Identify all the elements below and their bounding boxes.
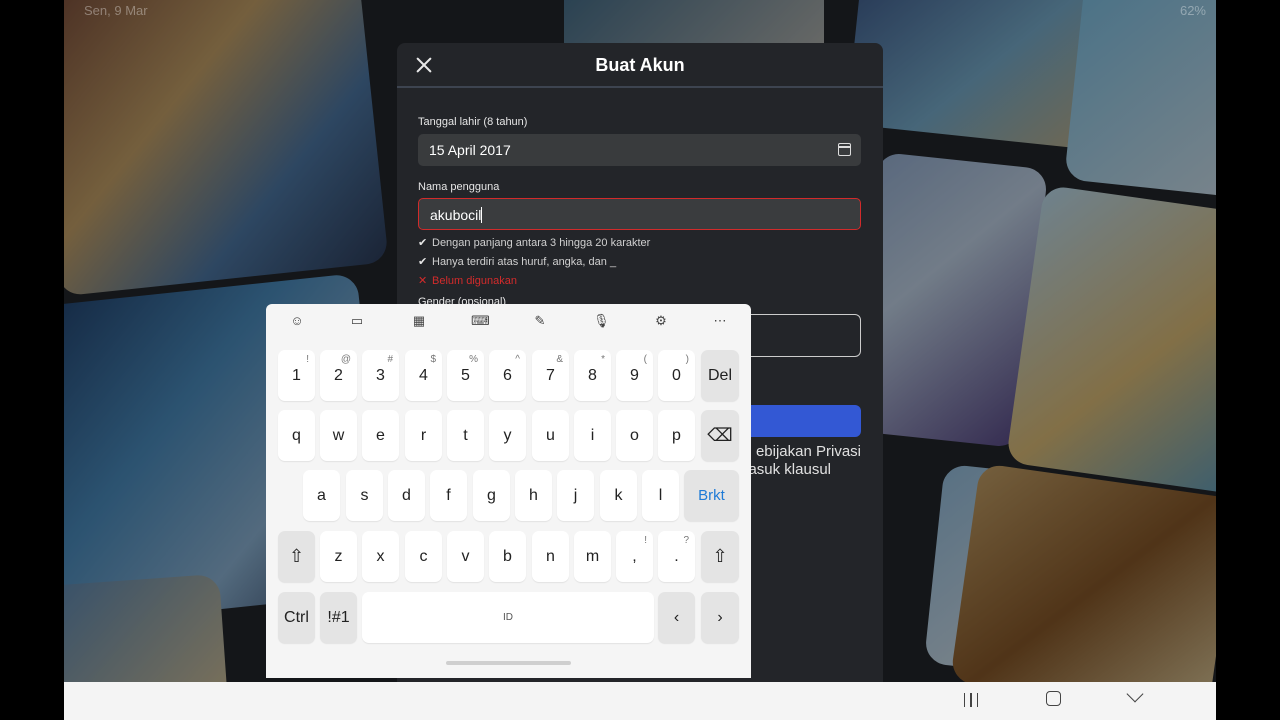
key-9[interactable]: 9(: [616, 350, 653, 401]
cross-icon: ✕: [418, 275, 428, 287]
ctrl-key[interactable]: Ctrl: [278, 592, 315, 643]
status-date: Sen, 9 Mar: [84, 3, 148, 18]
key-z[interactable]: z: [320, 531, 357, 582]
key-m[interactable]: m: [574, 531, 611, 582]
key-s[interactable]: s: [346, 470, 383, 521]
modal-header: Buat Akun: [397, 43, 883, 88]
tablet-screen: Sen, 9 Mar 62% Buat Akun Tanggal lahir (…: [64, 0, 1216, 720]
rule-text: Dengan panjang antara 3 hingga 20 karakt…: [432, 237, 651, 249]
key-0[interactable]: 0): [658, 350, 695, 401]
key-v[interactable]: v: [447, 531, 484, 582]
shift-key-left[interactable]: ⇧: [278, 531, 315, 582]
del-key[interactable]: Del: [701, 350, 739, 401]
translate-icon[interactable]: ⌨: [471, 313, 490, 329]
key-c[interactable]: c: [405, 531, 442, 582]
backspace-icon: ⌫: [707, 425, 733, 445]
key-6[interactable]: 6 ^: [489, 350, 526, 401]
key-7[interactable]: 7 &: [532, 350, 569, 401]
symbols-key[interactable]: !#1: [320, 592, 357, 643]
key-b[interactable]: b: [489, 531, 526, 582]
rule-text: Hanya terdiri atas huruf, angka, dan _: [432, 256, 617, 268]
microphone-icon[interactable]: 🎙: [593, 313, 610, 329]
key-h[interactable]: h: [515, 470, 552, 521]
emoji-icon[interactable]: ☺: [289, 313, 305, 329]
shift-key-right[interactable]: ⇧: [701, 531, 739, 582]
key-5[interactable]: 5%: [447, 350, 484, 401]
enter-key[interactable]: Brkt: [684, 470, 739, 521]
key-j[interactable]: j: [557, 470, 594, 521]
key-u[interactable]: u: [532, 410, 569, 461]
recent-apps-icon[interactable]: [964, 693, 978, 707]
cursor-right-key[interactable]: ›: [701, 592, 739, 643]
cursor-left-key[interactable]: ‹: [658, 592, 695, 643]
clipboard-icon[interactable]: ▭: [349, 313, 365, 329]
birthdate-field[interactable]: 15 April 2017: [418, 134, 861, 166]
birthdate-label: Tanggal lahir (8 tahun): [418, 116, 528, 128]
key-a[interactable]: a: [303, 470, 340, 521]
key-3[interactable]: 3 #: [362, 350, 399, 401]
key-l[interactable]: l: [642, 470, 679, 521]
keyboard-drag-handle[interactable]: [446, 661, 571, 665]
calendar-icon[interactable]: [838, 143, 851, 156]
settings-icon[interactable]: ⚙: [653, 313, 669, 329]
rule-characters: ✔ Hanya terdiri atas huruf, angka, dan _: [418, 255, 616, 268]
more-icon[interactable]: ⋯: [712, 313, 728, 329]
modal-title: Buat Akun: [595, 55, 685, 75]
key-n[interactable]: n: [532, 531, 569, 582]
shift-icon: ⇧: [712, 546, 728, 566]
key-period[interactable]: .?: [658, 531, 695, 582]
rule-text: Belum digunakan: [432, 275, 518, 287]
key-2[interactable]: 2 @: [320, 350, 357, 401]
shift-icon: ⇧: [288, 546, 305, 566]
username-value: akubocil: [430, 207, 482, 223]
key-comma[interactable]: ,!: [616, 531, 653, 582]
key-g[interactable]: g: [473, 470, 510, 521]
keyboard-toolbar: ☺ ▭ ▦ ⌨ ✎ 🎙 ⚙ ⋯: [266, 304, 751, 338]
key-k[interactable]: k: [600, 470, 637, 521]
chevron-left-icon: ‹: [673, 609, 680, 626]
keyboard-mode-icon[interactable]: ▦: [411, 313, 427, 329]
chevron-down-icon[interactable]: [1126, 685, 1144, 703]
rule-length: ✔ Dengan panjang antara 3 hingga 20 karak…: [418, 236, 650, 249]
status-battery: 62%: [1179, 3, 1206, 18]
backspace-key[interactable]: ⌫: [701, 410, 739, 461]
system-nav-bar: [64, 682, 1216, 720]
key-q[interactable]: q: [278, 410, 315, 461]
key-w[interactable]: w: [320, 410, 357, 461]
key-x[interactable]: x: [362, 531, 399, 582]
username-label: Nama pengguna: [418, 181, 500, 193]
check-icon: ✔: [418, 256, 428, 268]
text-caret: [481, 207, 483, 223]
key-f[interactable]: f: [430, 470, 467, 521]
key-i[interactable]: i: [574, 410, 611, 461]
rule-availability: ✕ Belum digunakan: [418, 274, 517, 287]
key-p[interactable]: p: [658, 410, 695, 461]
key-e[interactable]: e: [362, 410, 399, 461]
on-screen-keyboard: ☺ ▭ ▦ ⌨ ✎ 🎙 ⚙ ⋯ 1! 2 @ 3 # 4 $ 5% 6 ^ 7 & 8 * …: [266, 304, 751, 678]
key-r[interactable]: r: [405, 410, 442, 461]
key-o[interactable]: o: [616, 410, 653, 461]
key-d[interactable]: d: [388, 470, 425, 521]
key-8[interactable]: 8 *: [574, 350, 611, 401]
key-y[interactable]: y: [489, 410, 526, 461]
home-icon[interactable]: [1046, 691, 1061, 706]
key-4[interactable]: 4 $: [405, 350, 442, 401]
space-key[interactable]: ID: [362, 592, 654, 643]
handwriting-icon[interactable]: ✎: [532, 313, 548, 329]
check-icon: ✔: [418, 237, 428, 249]
key-t[interactable]: t: [447, 410, 484, 461]
birthdate-value: 15 April 2017: [429, 142, 511, 158]
key-1[interactable]: 1!: [278, 350, 315, 401]
username-input[interactable]: akubocil: [418, 198, 861, 230]
chevron-right-icon: ›: [717, 609, 723, 626]
